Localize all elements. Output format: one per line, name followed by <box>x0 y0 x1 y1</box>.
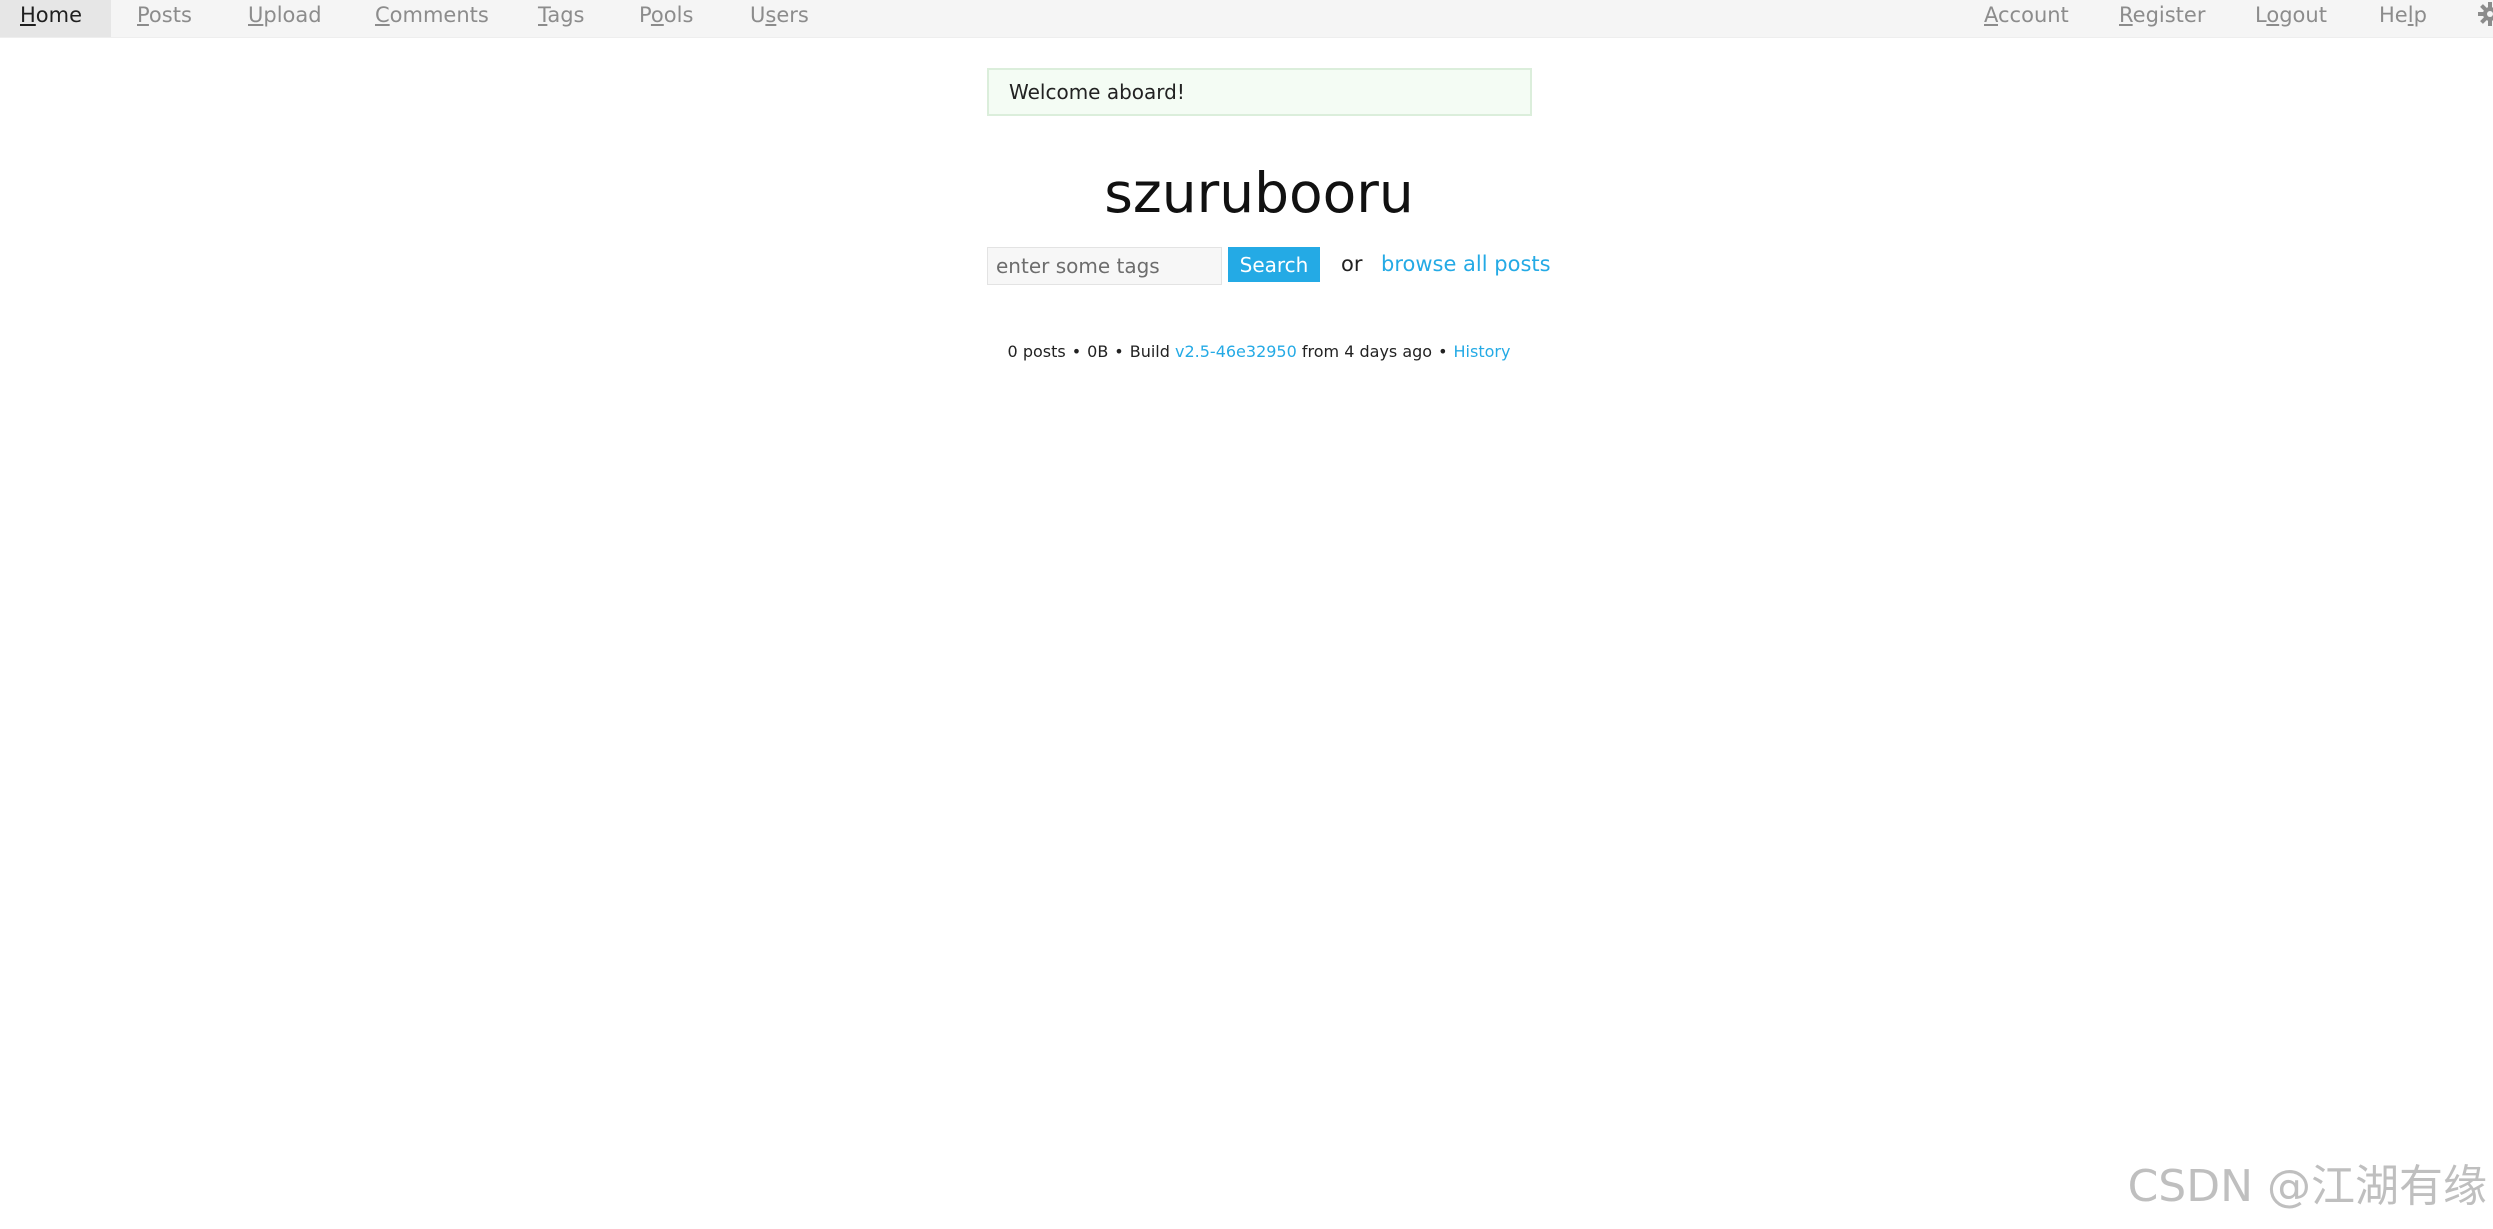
welcome-message: Welcome aboard! <box>987 68 1532 116</box>
site-title: szurubooru <box>1104 161 1414 225</box>
nav-register[interactable]: Register <box>2119 0 2205 37</box>
nav-home[interactable]: Home <box>0 0 112 37</box>
nav-help-prefix: He <box>2379 3 2408 27</box>
nav-comments[interactable]: Comments <box>375 0 489 37</box>
nav-tags-label: ags <box>547 3 585 27</box>
nav-help-label: p <box>2413 3 2427 27</box>
watermark-text: CSDN @江湖有缘 <box>2127 1161 2487 1212</box>
build-label: Build <box>1129 342 1170 361</box>
nav-users-prefix: U <box>750 3 766 27</box>
server-stats: 0 posts • 0B • Build v2.5-46e32950 from 4 da… <box>0 339 2493 365</box>
nav-pools-accesskey: o <box>650 3 664 27</box>
nav-upload-accesskey: U <box>248 3 264 27</box>
separator: • <box>1114 342 1124 361</box>
nav-logout-prefix: L <box>2255 3 2267 27</box>
history-link[interactable]: History <box>1454 342 1511 361</box>
nav-upload-label: pload <box>263 3 322 27</box>
top-navigation-bar: Home Posts Upload Comments Tags Pools Us… <box>0 0 2493 38</box>
gear-icon[interactable] <box>2476 0 2493 30</box>
nav-users-label: ers <box>776 3 809 27</box>
nav-account[interactable]: Account <box>1984 0 2069 37</box>
nav-users-accesskey: s <box>765 3 777 27</box>
nav-posts[interactable]: Posts <box>137 0 192 37</box>
nav-help[interactable]: Help <box>2379 0 2427 37</box>
nav-register-accesskey: R <box>2119 3 2133 27</box>
nav-users[interactable]: Users <box>750 0 809 37</box>
nav-logout[interactable]: Logout <box>2255 0 2327 37</box>
nav-logout-label: gout <box>2279 3 2327 27</box>
nav-home-accesskey: H <box>20 3 36 27</box>
nav-pools-prefix: P <box>639 3 651 27</box>
nav-tags[interactable]: Tags <box>538 0 585 37</box>
search-input[interactable] <box>987 247 1222 285</box>
nav-pools-label: ols <box>663 3 694 27</box>
build-age: from 4 days ago <box>1301 342 1433 361</box>
nav-home-label: ome <box>35 3 83 27</box>
search-button[interactable]: Search <box>1228 247 1320 282</box>
nav-logout-accesskey: o <box>2266 3 2280 27</box>
or-text: or <box>1341 252 1363 276</box>
nav-comments-label: omments <box>389 3 489 27</box>
browse-all-posts-link[interactable]: browse all posts <box>1381 249 1551 279</box>
nav-account-accesskey: A <box>1984 3 1998 27</box>
post-count: 0 posts <box>1007 342 1066 361</box>
nav-account-label: ccount <box>1998 3 2069 27</box>
gear-icon-svg <box>2478 2 2493 26</box>
disk-usage: 0B <box>1087 342 1109 361</box>
nav-tags-accesskey: T <box>538 3 548 27</box>
nav-upload[interactable]: Upload <box>248 0 322 37</box>
build-version-link[interactable]: v2.5-46e32950 <box>1175 342 1297 361</box>
nav-posts-accesskey: P <box>137 3 149 27</box>
nav-posts-label: osts <box>148 3 192 27</box>
nav-pools[interactable]: Pools <box>639 0 693 37</box>
separator: • <box>1438 342 1448 361</box>
nav-register-label: egister <box>2132 3 2206 27</box>
separator: • <box>1071 342 1082 361</box>
nav-comments-accesskey: C <box>375 3 390 27</box>
